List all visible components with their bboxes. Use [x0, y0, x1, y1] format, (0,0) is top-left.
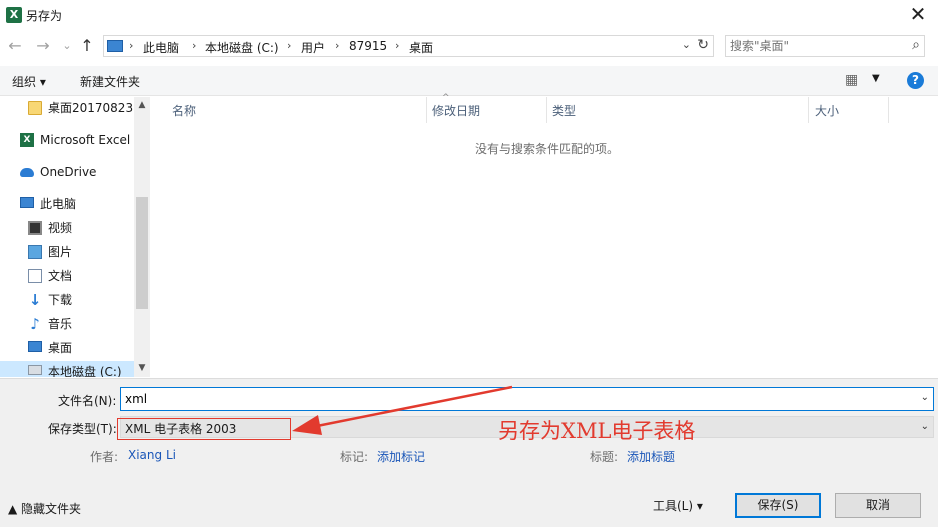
up-arrow-icon[interactable]: ↑ [78, 36, 96, 56]
breadcrumb-this-pc[interactable]: 此电脑 [143, 39, 179, 56]
filetype-label: 保存类型(T): [48, 422, 117, 436]
tools-button[interactable]: 工具(L) ▾ [653, 497, 703, 514]
column-divider[interactable] [546, 97, 547, 123]
close-icon[interactable]: ✕ [906, 3, 930, 27]
back-arrow-icon[interactable]: ← [6, 36, 24, 56]
tags-label: 标记: [340, 450, 369, 464]
title-label: 标题: [590, 450, 619, 464]
author-label: 作者: [90, 450, 119, 464]
scroll-up-icon[interactable]: ▲ [136, 100, 148, 110]
sidebar-item-music[interactable]: ♪ 音乐 [0, 313, 134, 335]
computer-icon [107, 40, 123, 52]
sidebar-item-onedrive[interactable]: OneDrive [0, 161, 134, 183]
column-divider[interactable] [808, 97, 809, 123]
add-tags-link[interactable]: 添加标记 [377, 448, 425, 465]
pictures-icon [28, 245, 42, 259]
annotation-text: 另存为XML电子表格 [498, 419, 696, 443]
search-box[interactable]: ⌕ [725, 35, 925, 57]
sidebar-item-local-disk[interactable]: 本地磁盘 (C:) [0, 361, 134, 377]
column-divider[interactable] [888, 97, 889, 123]
view-options-icon[interactable]: ▦ [845, 72, 858, 88]
chevron-down-icon[interactable]: ⌄ [921, 392, 929, 403]
save-button[interactable]: 保存(S) [735, 493, 821, 518]
breadcrumb-local-disk[interactable]: 本地磁盘 (C:) [205, 39, 279, 56]
sidebar-item-desktop[interactable]: 桌面 [0, 337, 134, 359]
sidebar-item-label: 本地磁盘 (C:) [48, 365, 122, 377]
search-icon[interactable]: ⌕ [912, 37, 920, 53]
sidebar-item-pictures[interactable]: 图片 [0, 241, 134, 263]
title-bar: X 另存为 ✕ [0, 0, 938, 30]
documents-icon [28, 269, 42, 283]
refresh-icon[interactable]: ↻ [697, 37, 709, 53]
breadcrumb-separator: › [287, 39, 292, 52]
video-icon [28, 221, 42, 235]
sidebar-item-label: Microsoft Excel [40, 133, 131, 147]
download-icon: ↓ [28, 291, 42, 309]
breadcrumb-separator: › [395, 39, 400, 52]
sidebar-item-label: OneDrive [40, 165, 97, 179]
address-bar[interactable]: › 此电脑 › 本地磁盘 (C:) › 用户 › 87915 › 桌面 ⌄ ↻ [103, 35, 714, 57]
music-icon: ♪ [30, 315, 40, 333]
toolbar: 组织 ▾ 新建文件夹 ▦ ▼ ? [0, 66, 938, 96]
window-title: 另存为 [26, 9, 63, 23]
sidebar-item-label: 图片 [48, 245, 73, 259]
sidebar-item-label: 桌面 [48, 341, 73, 355]
filename-input[interactable] [125, 391, 905, 407]
sidebar-item-videos[interactable]: 视频 [0, 217, 134, 239]
author-value[interactable]: Xiang Li [128, 448, 176, 462]
filename-label: 文件名(N): [58, 394, 117, 408]
cloud-icon [20, 168, 34, 177]
help-icon[interactable]: ? [907, 72, 924, 89]
excel-icon: X [20, 133, 34, 147]
breadcrumb-users[interactable]: 用户 [301, 39, 325, 56]
sidebar-item-this-pc[interactable]: 此电脑 [0, 193, 134, 215]
sidebar-item-label: 此电脑 [40, 197, 77, 211]
computer-icon [20, 197, 34, 208]
excel-icon: X [6, 7, 22, 23]
add-title-link[interactable]: 添加标题 [627, 448, 675, 465]
column-type[interactable]: 类型 [552, 102, 576, 119]
column-name[interactable]: 名称 [172, 102, 196, 119]
sidebar-item-label: 文档 [48, 269, 73, 283]
sidebar-item-microsoft-excel[interactable]: X Microsoft Excel [0, 129, 134, 151]
sidebar-item-downloads[interactable]: ↓ 下载 [0, 289, 134, 311]
organize-button[interactable]: 组织 ▾ [12, 73, 46, 90]
cancel-button[interactable]: 取消 [835, 493, 921, 518]
hide-folders-button[interactable]: ▲ 隐藏文件夹 [8, 500, 81, 517]
sidebar-item-documents[interactable]: 文档 [0, 265, 134, 287]
filename-field[interactable]: ⌄ [120, 387, 934, 411]
sidebar-item-label: 视频 [48, 221, 73, 235]
view-dropdown-icon[interactable]: ▼ [872, 73, 880, 84]
breadcrumb-separator: › [192, 39, 197, 52]
sidebar-item-desktop20170823[interactable]: 桌面20170823 [0, 97, 134, 119]
folder-icon [28, 101, 42, 115]
breadcrumb-user-folder[interactable]: 87915 [349, 39, 387, 53]
address-dropdown-icon[interactable]: ⌄ [682, 38, 691, 51]
sidebar-item-label: 音乐 [48, 317, 73, 331]
column-date-modified[interactable]: 修改日期 [432, 102, 480, 119]
search-input[interactable] [730, 38, 900, 54]
recent-locations-icon[interactable]: ⌄ [58, 36, 76, 56]
column-divider[interactable] [426, 97, 427, 123]
breadcrumb-separator: › [335, 39, 340, 52]
scroll-down-icon[interactable]: ▼ [136, 363, 148, 373]
sidebar-item-label: 桌面20170823 [48, 101, 134, 115]
breadcrumb-desktop[interactable]: 桌面 [409, 39, 433, 56]
scrollbar-thumb[interactable] [136, 197, 148, 309]
navigation-pane: 桌面20170823 X Microsoft Excel OneDrive 此电… [0, 97, 150, 377]
forward-arrow-icon[interactable]: → [34, 36, 52, 56]
column-size[interactable]: 大小 [815, 102, 839, 119]
annotation-highlight-box [117, 418, 291, 440]
new-folder-button[interactable]: 新建文件夹 [80, 73, 140, 90]
sidebar-scrollbar[interactable]: ▲ ▼ [134, 97, 150, 377]
sidebar-item-label: 下载 [48, 293, 73, 307]
column-header-row: ^ 名称 修改日期 类型 大小 [151, 93, 938, 123]
breadcrumb-separator: › [129, 39, 134, 52]
empty-folder-message: 没有与搜索条件匹配的项。 [475, 142, 620, 156]
desktop-icon [28, 341, 42, 352]
chevron-down-icon[interactable]: ⌄ [921, 421, 929, 432]
disk-icon [28, 365, 42, 375]
